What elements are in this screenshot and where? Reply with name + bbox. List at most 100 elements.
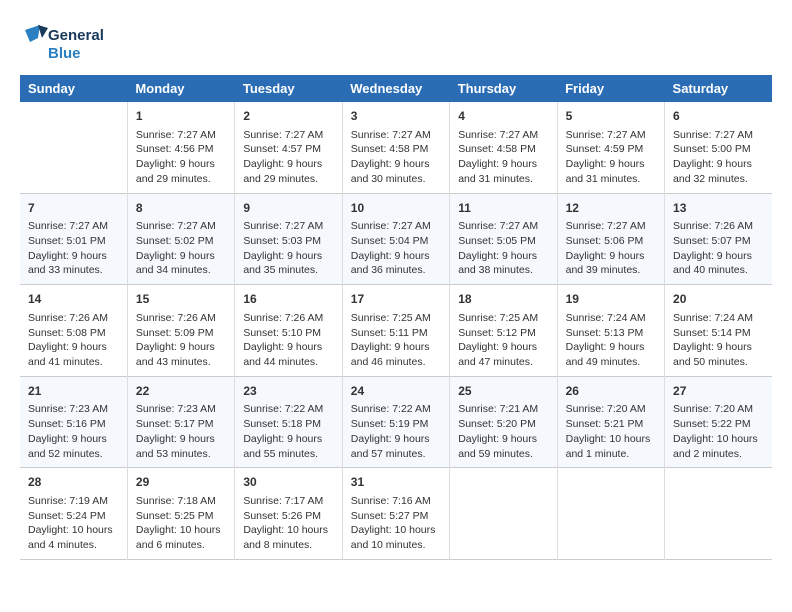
logo: GeneralBlue bbox=[20, 20, 110, 65]
day-info: Sunrise: 7:26 AMSunset: 5:08 PMDaylight:… bbox=[28, 311, 119, 370]
calendar-week-1: 1Sunrise: 7:27 AMSunset: 4:56 PMDaylight… bbox=[20, 102, 772, 193]
calendar-cell: 24 Sunrise: 7:22 AMSunset: 5:19 PMDayligh… bbox=[342, 376, 449, 468]
calendar-cell: 17 Sunrise: 7:25 AMSunset: 5:11 PMDayligh… bbox=[342, 285, 449, 377]
day-info: Sunrise: 7:22 AMSunset: 5:19 PMDaylight:… bbox=[351, 402, 441, 461]
day-number: 13 bbox=[673, 200, 764, 217]
calendar-cell: 31 Sunrise: 7:16 AMSunset: 5:27 PMDayligh… bbox=[342, 468, 449, 560]
calendar-body: 1Sunrise: 7:27 AMSunset: 4:56 PMDaylight… bbox=[20, 102, 772, 559]
day-number: 1 bbox=[136, 108, 226, 125]
calendar-week-3: 14 Sunrise: 7:26 AMSunset: 5:08 PMDayligh… bbox=[20, 285, 772, 377]
day-number: 11 bbox=[458, 200, 548, 217]
svg-text:Blue: Blue bbox=[48, 45, 81, 62]
day-number: 6 bbox=[673, 108, 764, 125]
column-header-tuesday: Tuesday bbox=[235, 75, 342, 102]
calendar-cell: 19 Sunrise: 7:24 AMSunset: 5:13 PMDayligh… bbox=[557, 285, 664, 377]
day-number: 12 bbox=[566, 200, 656, 217]
calendar-cell: 28 Sunrise: 7:19 AMSunset: 5:24 PMDayligh… bbox=[20, 468, 127, 560]
calendar-cell: 7 Sunrise: 7:27 AMSunset: 5:01 PMDaylight… bbox=[20, 193, 127, 285]
column-header-thursday: Thursday bbox=[450, 75, 557, 102]
day-info: Sunrise: 7:27 AMSunset: 5:04 PMDaylight:… bbox=[351, 219, 441, 278]
day-number: 2 bbox=[243, 108, 333, 125]
calendar-cell: 2 Sunrise: 7:27 AMSunset: 4:57 PMDaylight… bbox=[235, 102, 342, 193]
calendar-cell: 13 Sunrise: 7:26 AMSunset: 5:07 PMDayligh… bbox=[665, 193, 772, 285]
day-info: Sunrise: 7:17 AMSunset: 5:26 PMDaylight:… bbox=[243, 494, 333, 553]
day-info: Sunrise: 7:27 AMSunset: 4:59 PMDaylight:… bbox=[566, 128, 656, 187]
day-info: Sunrise: 7:27 AMSunset: 4:57 PMDaylight:… bbox=[243, 128, 333, 187]
day-info: Sunrise: 7:26 AMSunset: 5:10 PMDaylight:… bbox=[243, 311, 333, 370]
day-info: Sunrise: 7:27 AMSunset: 4:58 PMDaylight:… bbox=[351, 128, 441, 187]
day-info: Sunrise: 7:22 AMSunset: 5:18 PMDaylight:… bbox=[243, 402, 333, 461]
day-info: Sunrise: 7:24 AMSunset: 5:13 PMDaylight:… bbox=[566, 311, 656, 370]
day-number: 26 bbox=[566, 383, 656, 400]
calendar-cell: 18 Sunrise: 7:25 AMSunset: 5:12 PMDayligh… bbox=[450, 285, 557, 377]
calendar-week-4: 21 Sunrise: 7:23 AMSunset: 5:16 PMDayligh… bbox=[20, 376, 772, 468]
day-number: 20 bbox=[673, 291, 764, 308]
calendar-cell bbox=[20, 102, 127, 193]
day-info: Sunrise: 7:25 AMSunset: 5:12 PMDaylight:… bbox=[458, 311, 548, 370]
day-number: 9 bbox=[243, 200, 333, 217]
calendar-cell: 27 Sunrise: 7:20 AMSunset: 5:22 PMDayligh… bbox=[665, 376, 772, 468]
day-info: Sunrise: 7:27 AMSunset: 5:06 PMDaylight:… bbox=[566, 219, 656, 278]
day-number: 28 bbox=[28, 474, 119, 491]
calendar-week-5: 28 Sunrise: 7:19 AMSunset: 5:24 PMDayligh… bbox=[20, 468, 772, 560]
calendar-cell: 30Sunrise: 7:17 AMSunset: 5:26 PMDayligh… bbox=[235, 468, 342, 560]
day-info: Sunrise: 7:20 AMSunset: 5:21 PMDaylight:… bbox=[566, 402, 656, 461]
calendar-cell: 14 Sunrise: 7:26 AMSunset: 5:08 PMDayligh… bbox=[20, 285, 127, 377]
day-info: Sunrise: 7:27 AMSunset: 5:05 PMDaylight:… bbox=[458, 219, 548, 278]
column-header-wednesday: Wednesday bbox=[342, 75, 449, 102]
svg-text:General: General bbox=[48, 27, 104, 44]
day-info: Sunrise: 7:27 AMSunset: 4:58 PMDaylight:… bbox=[458, 128, 548, 187]
calendar-cell: 1Sunrise: 7:27 AMSunset: 4:56 PMDaylight… bbox=[127, 102, 234, 193]
day-info: Sunrise: 7:27 AMSunset: 5:00 PMDaylight:… bbox=[673, 128, 764, 187]
calendar-table: SundayMondayTuesdayWednesdayThursdayFrid… bbox=[20, 75, 772, 560]
day-info: Sunrise: 7:27 AMSunset: 5:03 PMDaylight:… bbox=[243, 219, 333, 278]
calendar-cell: 10 Sunrise: 7:27 AMSunset: 5:04 PMDayligh… bbox=[342, 193, 449, 285]
day-info: Sunrise: 7:27 AMSunset: 5:02 PMDaylight:… bbox=[136, 219, 226, 278]
day-info: Sunrise: 7:26 AMSunset: 5:09 PMDaylight:… bbox=[136, 311, 226, 370]
day-info: Sunrise: 7:19 AMSunset: 5:24 PMDaylight:… bbox=[28, 494, 119, 553]
calendar-cell: 9 Sunrise: 7:27 AMSunset: 5:03 PMDaylight… bbox=[235, 193, 342, 285]
calendar-week-2: 7 Sunrise: 7:27 AMSunset: 5:01 PMDaylight… bbox=[20, 193, 772, 285]
day-info: Sunrise: 7:26 AMSunset: 5:07 PMDaylight:… bbox=[673, 219, 764, 278]
calendar-cell bbox=[665, 468, 772, 560]
day-number: 18 bbox=[458, 291, 548, 308]
day-number: 7 bbox=[28, 200, 119, 217]
day-number: 19 bbox=[566, 291, 656, 308]
day-info: Sunrise: 7:16 AMSunset: 5:27 PMDaylight:… bbox=[351, 494, 441, 553]
calendar-cell bbox=[450, 468, 557, 560]
column-header-friday: Friday bbox=[557, 75, 664, 102]
day-number: 29 bbox=[136, 474, 226, 491]
day-number: 3 bbox=[351, 108, 441, 125]
day-number: 14 bbox=[28, 291, 119, 308]
calendar-header: SundayMondayTuesdayWednesdayThursdayFrid… bbox=[20, 75, 772, 102]
calendar-cell: 26 Sunrise: 7:20 AMSunset: 5:21 PMDayligh… bbox=[557, 376, 664, 468]
day-info: Sunrise: 7:27 AMSunset: 5:01 PMDaylight:… bbox=[28, 219, 119, 278]
day-number: 25 bbox=[458, 383, 548, 400]
page-header: GeneralBlue bbox=[20, 20, 772, 65]
day-info: Sunrise: 7:23 AMSunset: 5:16 PMDaylight:… bbox=[28, 402, 119, 461]
calendar-cell: 15 Sunrise: 7:26 AMSunset: 5:09 PMDayligh… bbox=[127, 285, 234, 377]
calendar-cell: 11 Sunrise: 7:27 AMSunset: 5:05 PMDayligh… bbox=[450, 193, 557, 285]
day-number: 27 bbox=[673, 383, 764, 400]
calendar-cell: 29Sunrise: 7:18 AMSunset: 5:25 PMDayligh… bbox=[127, 468, 234, 560]
day-number: 24 bbox=[351, 383, 441, 400]
calendar-cell bbox=[557, 468, 664, 560]
day-info: Sunrise: 7:24 AMSunset: 5:14 PMDaylight:… bbox=[673, 311, 764, 370]
calendar-cell: 23Sunrise: 7:22 AMSunset: 5:18 PMDayligh… bbox=[235, 376, 342, 468]
day-number: 21 bbox=[28, 383, 119, 400]
day-info: Sunrise: 7:25 AMSunset: 5:11 PMDaylight:… bbox=[351, 311, 441, 370]
day-number: 15 bbox=[136, 291, 226, 308]
day-info: Sunrise: 7:23 AMSunset: 5:17 PMDaylight:… bbox=[136, 402, 226, 461]
calendar-cell: 20 Sunrise: 7:24 AMSunset: 5:14 PMDayligh… bbox=[665, 285, 772, 377]
column-header-monday: Monday bbox=[127, 75, 234, 102]
column-header-saturday: Saturday bbox=[665, 75, 772, 102]
calendar-cell: 16Sunrise: 7:26 AMSunset: 5:10 PMDayligh… bbox=[235, 285, 342, 377]
calendar-cell: 4Sunrise: 7:27 AMSunset: 4:58 PMDaylight… bbox=[450, 102, 557, 193]
day-number: 31 bbox=[351, 474, 441, 491]
day-number: 17 bbox=[351, 291, 441, 308]
day-info: Sunrise: 7:20 AMSunset: 5:22 PMDaylight:… bbox=[673, 402, 764, 461]
calendar-cell: 6 Sunrise: 7:27 AMSunset: 5:00 PMDaylight… bbox=[665, 102, 772, 193]
day-info: Sunrise: 7:21 AMSunset: 5:20 PMDaylight:… bbox=[458, 402, 548, 461]
day-number: 10 bbox=[351, 200, 441, 217]
calendar-cell: 22Sunrise: 7:23 AMSunset: 5:17 PMDayligh… bbox=[127, 376, 234, 468]
